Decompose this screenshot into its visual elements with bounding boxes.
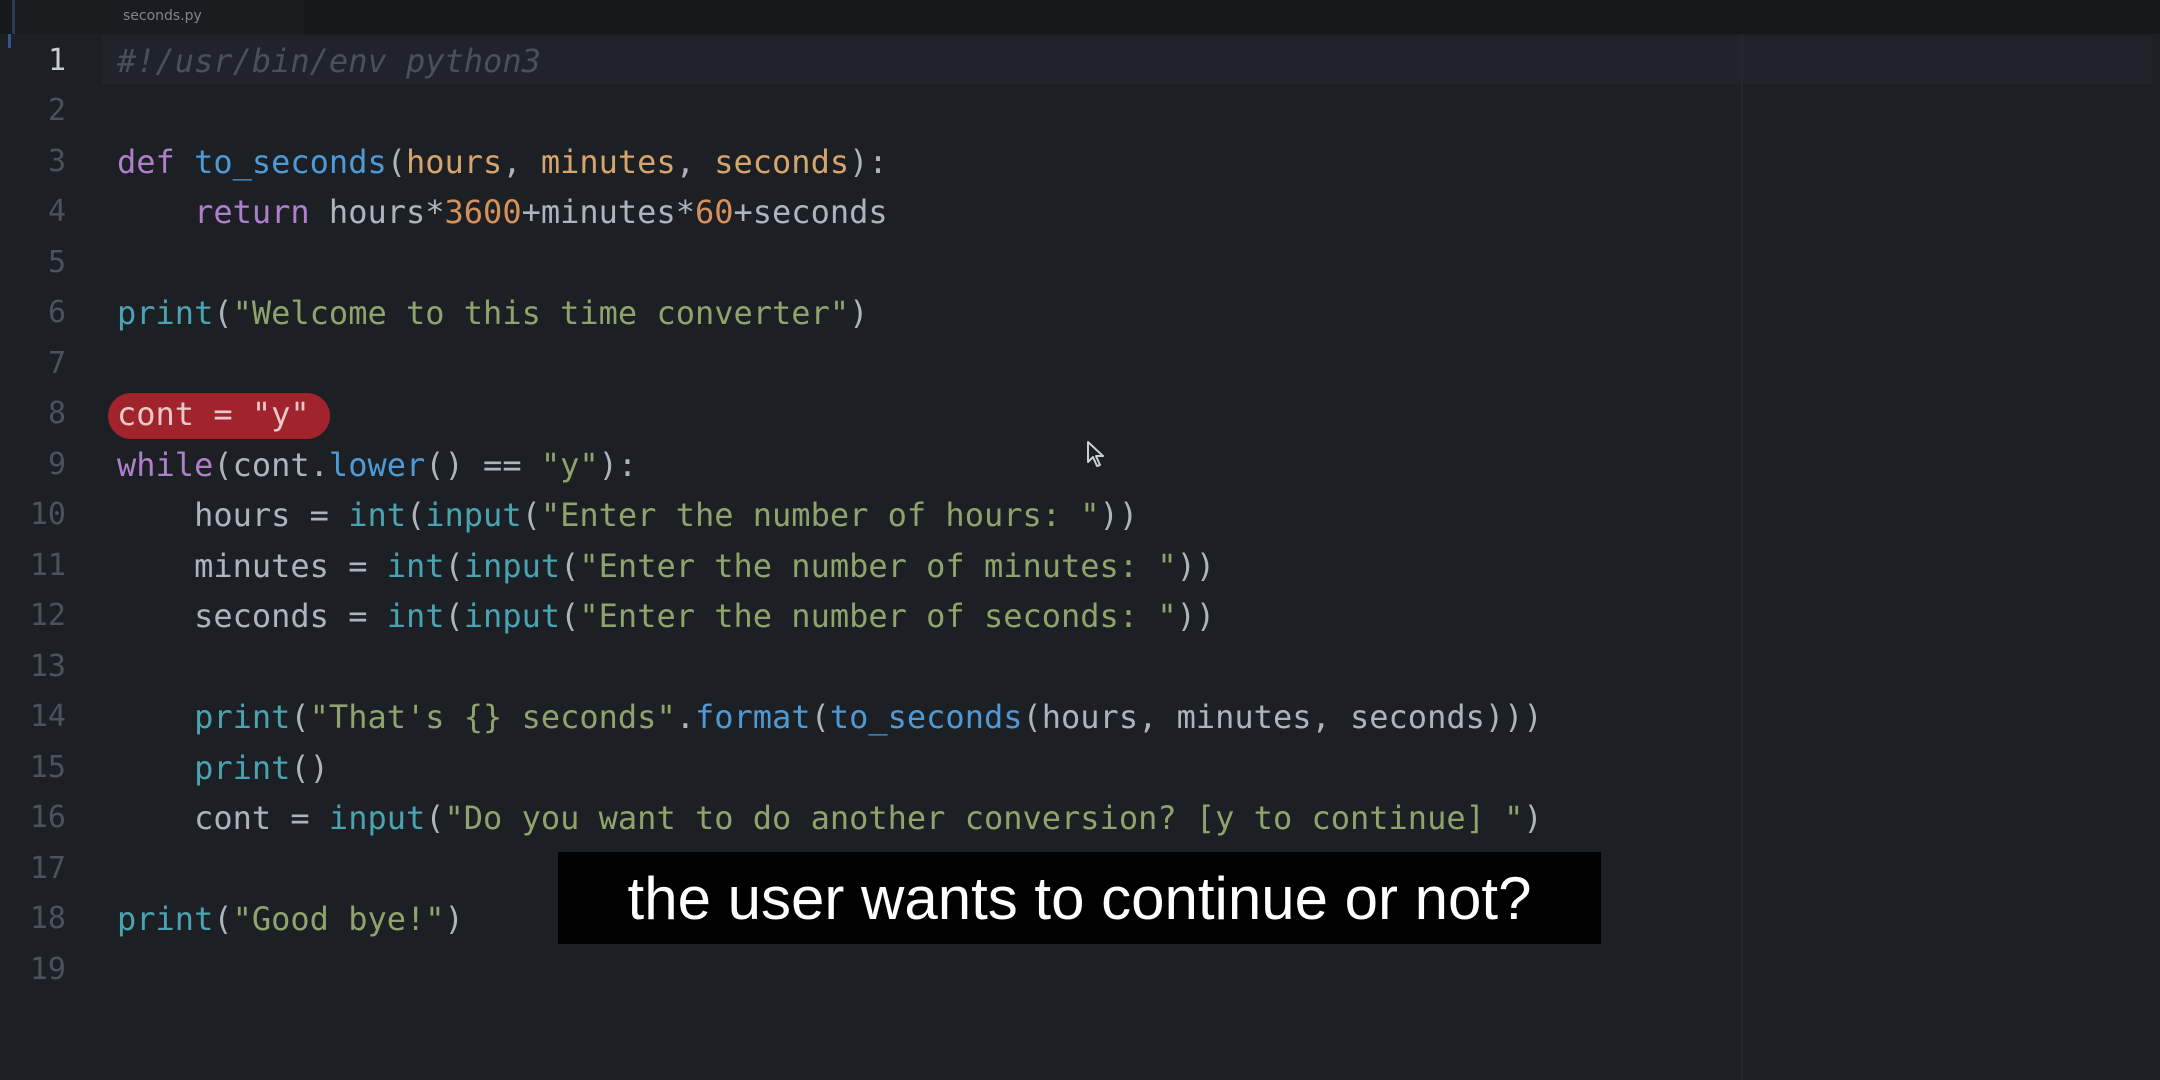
- line-number: 9: [47, 447, 66, 482]
- tab-bar: seconds.py: [0, 0, 2160, 34]
- code-text: cont = input("Do you want to do another …: [117, 799, 1543, 837]
- video-subtitle: the user wants to continue or not?: [558, 852, 1601, 944]
- code-text: while(cont.lower() == "y"):: [117, 446, 638, 484]
- code-text: cont = "y": [117, 395, 310, 433]
- mouse-pointer-icon: [1087, 441, 1104, 467]
- line-number: 19: [29, 952, 66, 987]
- code-line: 7: [0, 339, 2160, 389]
- line-number: 7: [47, 346, 66, 381]
- code-text: print("That's {} seconds".format(to_seco…: [194, 698, 1543, 736]
- line-number: 8: [47, 396, 66, 431]
- code-text: #!/usr/bin/env python3: [117, 42, 541, 80]
- code-text: def to_seconds(hours, minutes, seconds):: [117, 143, 888, 181]
- code-line: 8 cont = "y": [0, 389, 2160, 439]
- tab-seconds-py[interactable]: seconds.py: [12, 0, 304, 34]
- line-number: 18: [29, 901, 66, 936]
- line-number: 6: [47, 295, 66, 330]
- line-number: 10: [29, 497, 66, 532]
- code-line: 4 return hours*3600+minutes*60+seconds: [0, 187, 2160, 237]
- code-line: 9 while(cont.lower() == "y"):: [0, 440, 2160, 490]
- line-number: 4: [47, 194, 66, 229]
- code-line: 1 #!/usr/bin/env python3: [0, 36, 2160, 86]
- line-number: 13: [29, 649, 66, 684]
- line-number: 12: [29, 598, 66, 633]
- code-line: 15 print(): [0, 743, 2160, 793]
- code-text: hours = int(input("Enter the number of h…: [117, 496, 1139, 534]
- line-number: 11: [29, 548, 66, 583]
- code-line: 11 minutes = int(input("Enter the number…: [0, 541, 2160, 591]
- code-line: 3 def to_seconds(hours, minutes, seconds…: [0, 137, 2160, 187]
- code-line: 6 print("Welcome to this time converter"…: [0, 288, 2160, 338]
- code-line: 2: [0, 86, 2160, 136]
- code-line: 14 print("That's {} seconds".format(to_s…: [0, 692, 2160, 742]
- code-text: print(): [194, 749, 329, 787]
- line-number: 15: [29, 750, 66, 785]
- line-number: 16: [29, 800, 66, 835]
- line-number: 1: [47, 43, 66, 78]
- code-text: return hours*3600+minutes*60+seconds: [194, 193, 888, 231]
- code-text: print("Welcome to this time converter"): [117, 294, 869, 332]
- code-line: 5: [0, 238, 2160, 288]
- code-line: 12 seconds = int(input("Enter the number…: [0, 591, 2160, 641]
- code-line: 10 hours = int(input("Enter the number o…: [0, 490, 2160, 540]
- code-text: minutes = int(input("Enter the number of…: [117, 547, 1216, 585]
- tab-label: seconds.py: [123, 8, 202, 24]
- code-line: 19: [0, 945, 2160, 995]
- code-line: 16 cont = input("Do you want to do anoth…: [0, 793, 2160, 843]
- line-number: 5: [47, 245, 66, 280]
- line-number: 17: [29, 851, 66, 886]
- line-number: 14: [29, 699, 66, 734]
- code-text: print("Good bye!"): [117, 900, 464, 938]
- code-text: seconds = int(input("Enter the number of…: [117, 597, 1216, 635]
- line-number: 3: [47, 144, 66, 179]
- line-number: 2: [47, 93, 66, 128]
- code-line: 13: [0, 642, 2160, 692]
- subtitle-text: the user wants to continue or not?: [627, 864, 1532, 932]
